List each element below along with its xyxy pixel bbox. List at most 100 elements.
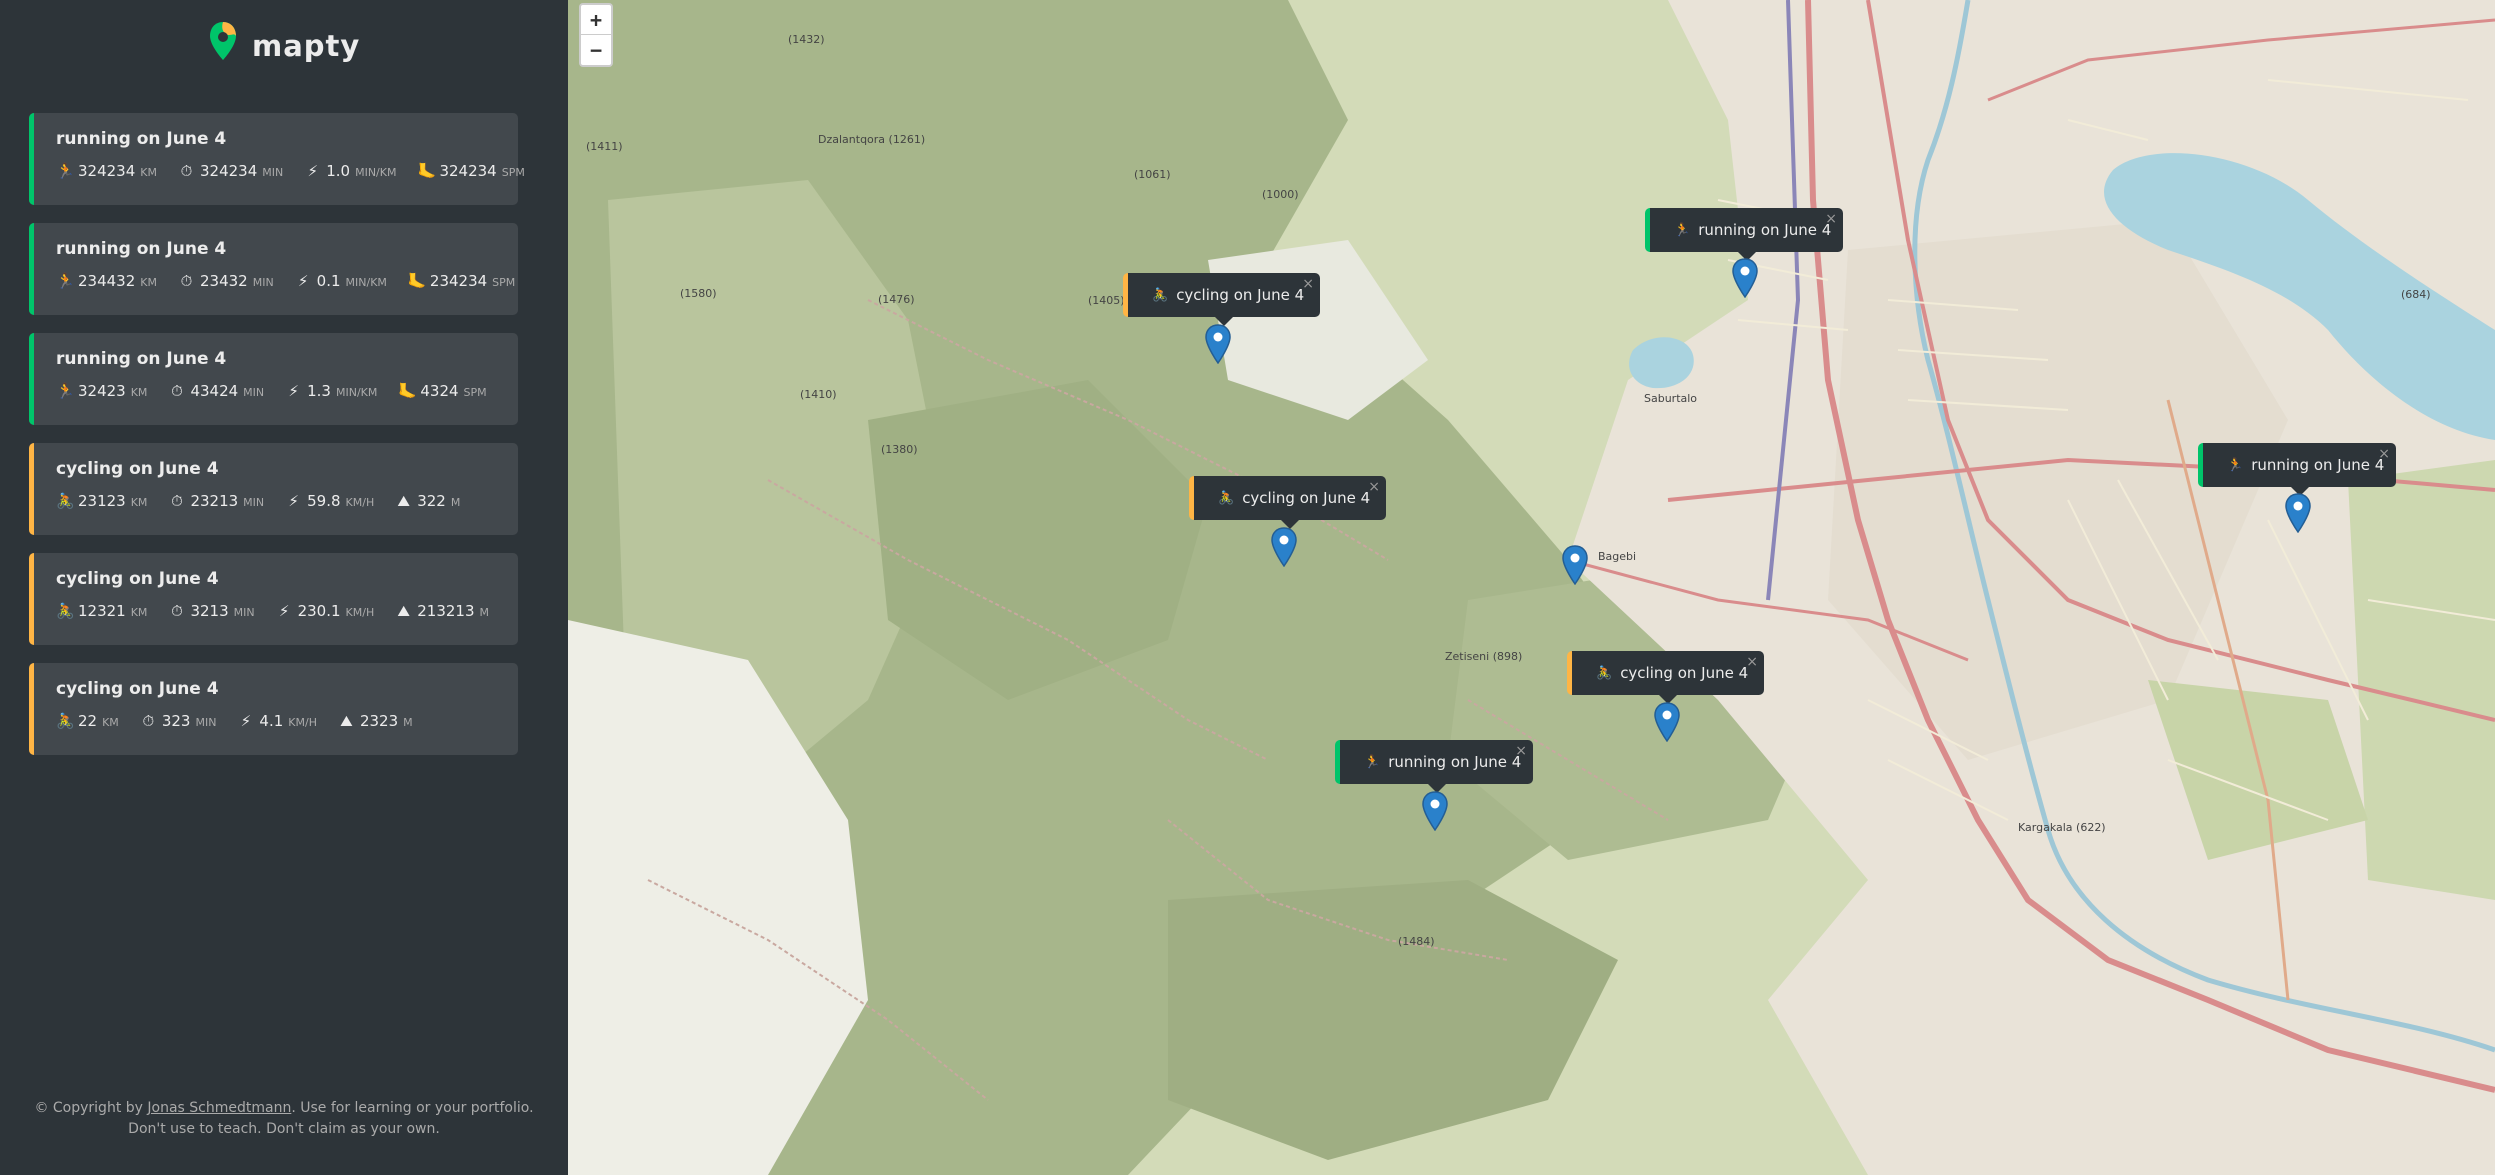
workout-list: running on June 4 🏃 324234 km ⏱ 324234 min ⚡ 1.0… — [29, 113, 525, 773]
speed-icon: ⚡ — [288, 492, 299, 510]
zoom-out-button[interactable]: − — [581, 35, 611, 65]
workout-speed: ⚡ 1.3 min/km — [285, 382, 377, 400]
workout-cadence: 🦶 4324 spm — [398, 382, 486, 400]
map-marker-icon[interactable] — [1205, 324, 1231, 364]
speed-icon: ⚡ — [278, 602, 290, 620]
workout-speed: ⚡ 1.0 min/km — [304, 162, 396, 180]
duration-value: 23213 — [190, 492, 239, 510]
map-marker-icon[interactable] — [1422, 791, 1448, 831]
workout-popup-cycling[interactable]: 🚴 cycling on June 4 × — [1189, 476, 1386, 529]
workout-duration: ⏱ 323 min — [140, 712, 217, 730]
workout-duration: ⏱ 43424 min — [168, 382, 264, 400]
distance-icon: 🚴 — [56, 492, 75, 510]
cycling-icon: 🚴 — [1152, 287, 1169, 303]
distance-value: 324234 — [78, 162, 136, 180]
map-marker-icon[interactable] — [1271, 527, 1297, 567]
zoom-control: + − — [579, 3, 613, 67]
place-label: Saburtalo — [1644, 392, 1698, 405]
workout-popup-cycling[interactable]: 🚴 cycling on June 4 × — [1123, 273, 1320, 326]
duration-unit: min — [195, 716, 217, 729]
cadence-icon: 🦶 — [407, 272, 427, 290]
distance-value: 22 — [78, 712, 98, 730]
cycling-icon: 🚴 — [1596, 665, 1613, 681]
workout-title: cycling on June 4 — [56, 569, 219, 589]
cadence-value: 4324 — [420, 382, 459, 400]
distance-icon: 🏃 — [56, 162, 75, 180]
workout-type-stripe — [29, 553, 34, 645]
workout-type-stripe — [29, 663, 34, 755]
cadence-value: 324234 — [439, 162, 497, 180]
workout-distance: 🏃 32423 km — [56, 382, 147, 400]
workout-card-running[interactable]: running on June 4 🏃 324234 km ⏱ 324234 min ⚡ 1.0… — [29, 113, 525, 205]
speed-icon: ⚡ — [288, 382, 299, 400]
map-marker-icon[interactable] — [1654, 702, 1680, 742]
close-icon[interactable]: × — [1746, 654, 1758, 670]
place-label: (1380) — [881, 443, 918, 456]
zoom-in-button[interactable]: + — [581, 5, 611, 35]
cadence-icon: 🦶 — [417, 162, 437, 180]
speed-icon: ⚡ — [307, 162, 318, 180]
place-label: (1476) — [878, 293, 915, 306]
workout-popup-running[interactable]: 🏃 running on June 4 × — [1645, 208, 1843, 261]
place-label: Zetiseni (898) — [1445, 650, 1523, 663]
author-link[interactable]: Jonas Schmedtmann — [147, 1100, 291, 1116]
workout-card-running[interactable]: running on June 4 🏃 32423 km ⏱ 43424 min ⚡ 1.3 mi… — [29, 333, 518, 425]
distance-icon: 🏃 — [56, 382, 75, 400]
distance-unit: km — [130, 606, 148, 619]
copyright-prefix: © Copyright by — [34, 1100, 148, 1116]
workout-title: running on June 4 — [56, 129, 227, 149]
workout-type-stripe — [29, 113, 34, 205]
workout-popup-running[interactable]: 🏃 running on June 4 × — [2198, 443, 2396, 496]
distance-icon: 🏃 — [56, 272, 75, 290]
elevation-unit: m — [479, 606, 490, 619]
workout-title: running on June 4 — [56, 349, 227, 369]
speed-value: 0.1 — [316, 272, 341, 290]
speed-unit: km/h — [345, 496, 375, 509]
elevation-icon: ⛰ — [397, 602, 411, 620]
workout-details: 🏃 32423 km ⏱ 43424 min ⚡ 1.3 min/km 🦶 4324 spm — [56, 382, 518, 400]
duration-unit: min — [243, 496, 265, 509]
duration-icon: ⏱ — [180, 162, 193, 180]
close-icon[interactable]: × — [1368, 479, 1380, 495]
workout-popup-running[interactable]: 🏃 running on June 4 × — [1335, 740, 1533, 793]
speed-unit: min/km — [355, 166, 397, 179]
map-marker-icon[interactable] — [2285, 493, 2311, 533]
duration-unit: min — [262, 166, 284, 179]
map-tiles[interactable] — [568, 0, 2495, 1175]
place-label: (1410) — [800, 388, 837, 401]
place-label: Kargakala (622) — [2018, 821, 2106, 834]
duration-icon: ⏱ — [171, 602, 183, 620]
workout-card-cycling[interactable]: cycling on June 4 🚴 23123 km ⏱ 23213 min ⚡ 59.8 k… — [29, 443, 518, 535]
elevation-unit: m — [403, 716, 413, 729]
workout-title: cycling on June 4 — [56, 679, 219, 699]
workout-card-running[interactable]: running on June 4 🏃 234432 km ⏱ 23432 min ⚡ 0.1 m… — [29, 223, 518, 315]
duration-icon: ⏱ — [171, 492, 183, 510]
speed-value: 230.1 — [297, 602, 341, 620]
close-icon[interactable]: × — [1302, 276, 1314, 292]
cadence-value: 234234 — [429, 272, 488, 290]
distance-icon: 🚴 — [56, 602, 75, 620]
popup-label: cycling on June 4 — [1620, 664, 1749, 682]
workout-duration: ⏱ 3213 min — [168, 602, 255, 620]
map-marker-icon[interactable] — [1562, 545, 1588, 585]
workout-card-cycling[interactable]: cycling on June 4 🚴 12321 km ⏱ 3213 min ⚡ 230.1 k… — [29, 553, 518, 645]
popup-label: running on June 4 — [1698, 221, 1832, 239]
map-marker-icon[interactable] — [1732, 258, 1758, 298]
workout-distance: 🚴 23123 km — [56, 492, 147, 510]
workout-details: 🚴 22 km ⏱ 323 min ⚡ 4.1 km/h ⛰ 2323 m — [56, 712, 518, 730]
workout-popup-cycling[interactable]: 🚴 cycling on June 4 × — [1567, 651, 1764, 704]
workout-card-cycling[interactable]: cycling on June 4 🚴 22 km ⏱ 323 min ⚡ 4.1 km/h ⛰ 23… — [29, 663, 518, 755]
workout-elevation: ⛰ 2323 m — [338, 712, 413, 730]
close-icon[interactable]: × — [1825, 211, 1837, 227]
speed-value: 1.0 — [326, 162, 351, 180]
duration-value: 323 — [161, 712, 191, 730]
close-icon[interactable]: × — [2378, 446, 2390, 462]
app-name: mapty — [252, 29, 361, 63]
running-icon: 🏃 — [2227, 457, 2244, 473]
map[interactable]: Dzalantqora (1261) (1061) (1000) (1405) … — [568, 0, 2495, 1175]
close-icon[interactable]: × — [1515, 743, 1527, 759]
distance-unit: km — [102, 716, 119, 729]
speed-unit: km/h — [345, 606, 375, 619]
place-label: (1432) — [788, 33, 825, 46]
distance-unit: km — [140, 276, 157, 289]
